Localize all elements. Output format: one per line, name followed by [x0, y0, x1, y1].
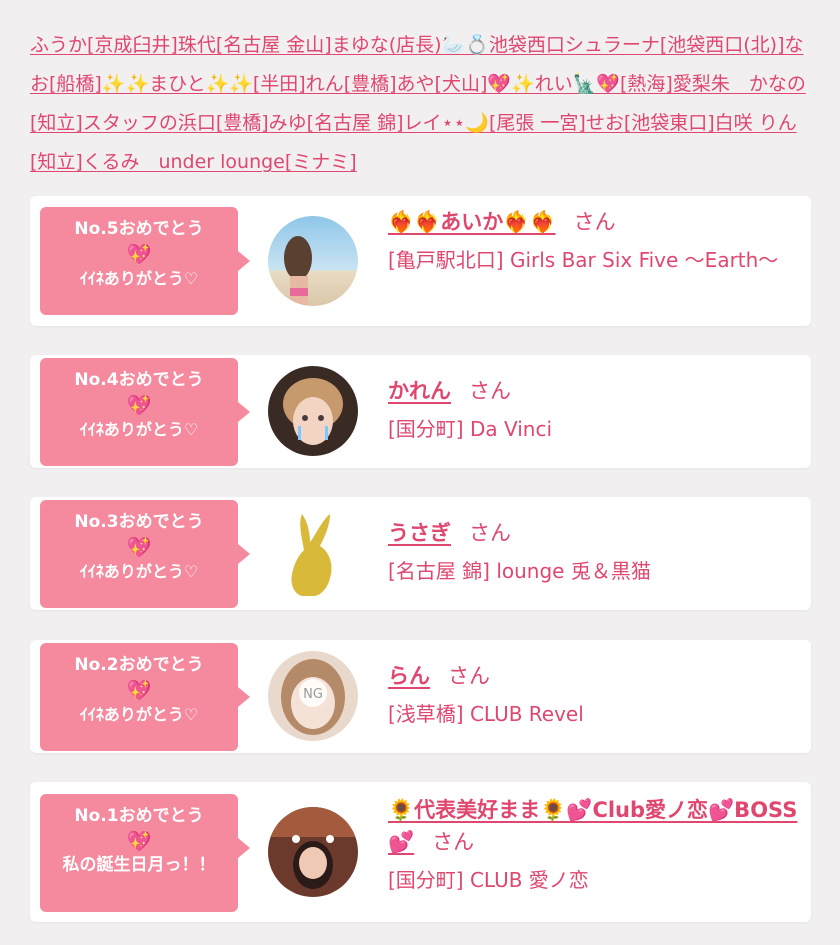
rank-bubble: No.1おめでとう 💖 私の誕生日月っ！！: [40, 794, 250, 912]
rank-message: ｲｲﾈありがとう♡: [79, 705, 199, 724]
avatar[interactable]: [268, 807, 358, 897]
rank-label: No.3おめでとう: [74, 512, 204, 532]
avatar[interactable]: [268, 366, 358, 456]
ranking-card-5: No.5おめでとう 💖 ｲｲﾈありがとう♡ ❤️‍🔥❤️‍🔥あいか❤️‍🔥❤️‍…: [30, 196, 811, 326]
name-link[interactable]: ✨✨まひと✨✨[半田]: [102, 73, 306, 95]
ranking-card-2: No.2おめでとう 💖 ｲｲﾈありがとう♡ NG らん さん [浅草橋] CLUB…: [30, 640, 811, 753]
sparkling-heart-icon: 💖: [126, 242, 152, 266]
photo-selfie-icon: [268, 366, 358, 456]
name-link[interactable]: レイ⋆⋆🌙[尾張 一宮]: [404, 112, 586, 134]
name-line: うさぎ さん: [388, 517, 808, 549]
ranking-card-1: No.1おめでとう 💖 私の誕生日月っ！！ 🌻代表美好まま🌻💕Club愛ノ恋💕B…: [30, 782, 811, 922]
svg-text:NG: NG: [303, 687, 323, 702]
ranking-card-4: No.4おめでとう 💖 ｲｲﾈありがとう♡ かれん さん [国分町] Da Vin…: [30, 355, 811, 468]
rank-label: No.5おめでとう: [74, 219, 204, 239]
photo-beach-icon: [268, 216, 358, 306]
rabbit-silhouette-icon: [291, 514, 332, 596]
sparkling-heart-icon: 💖: [126, 678, 152, 702]
name-link[interactable]: みゆ[名古屋 錦]: [269, 112, 404, 134]
name-link[interactable]: あや[犬山]: [397, 73, 488, 95]
rank-label: No.2おめでとう: [74, 655, 204, 675]
honorific: さん: [469, 521, 511, 545]
avatar[interactable]: [268, 508, 358, 598]
ranking-info: うさぎ さん [名古屋 錦] lounge 兎＆黒猫: [388, 517, 808, 587]
rank-message: 私の誕生日月っ！！: [62, 855, 216, 875]
rank-bubble: No.2おめでとう 💖 ｲｲﾈありがとう♡: [40, 643, 250, 751]
name-link[interactable]: 珠代[名古屋 金山]: [178, 34, 332, 56]
girl-name-link[interactable]: うさぎ: [388, 521, 451, 545]
avatar[interactable]: NG: [268, 651, 358, 741]
ranking-card-3: No.3おめでとう 💖 ｲｲﾈありがとう♡ うさぎ さん [名古屋 錦] loun…: [30, 497, 811, 610]
girl-name-link[interactable]: かれん: [388, 379, 451, 403]
sparkling-heart-icon: 💖: [126, 535, 152, 559]
photo-club-icon: [268, 807, 358, 897]
rank-label: No.1おめでとう: [74, 806, 204, 826]
ranking-info: 🌻代表美好まま🌻💕Club愛ノ恋💕BOSS💕 さん [国分町] CLUB 愛ノ恋: [388, 794, 808, 896]
girl-name-link[interactable]: らん: [388, 664, 430, 688]
sparkling-heart-icon: 💖: [126, 393, 152, 417]
name-link[interactable]: スタッフの浜口[豊橋]: [83, 112, 269, 134]
shop-label: [亀戸駅北口] Girls Bar Six Five 〜Earth〜: [388, 248, 779, 272]
name-link[interactable]: まゆな(店長)🦢💍池袋西口シュラーナ[池袋西口(北)]: [332, 34, 785, 56]
ranking-info: かれん さん [国分町] Da Vinci: [388, 375, 808, 445]
shop-label: [浅草橋] CLUB Revel: [388, 702, 584, 726]
name-link[interactable]: ふうか[京成臼井]: [30, 34, 178, 56]
honorific: さん: [432, 830, 475, 854]
name-link[interactable]: せお[池袋東口]: [586, 112, 715, 134]
sparkling-heart-icon: 💖: [126, 829, 152, 853]
rank-bubble: No.5おめでとう 💖 ｲｲﾈありがとう♡: [40, 207, 250, 315]
name-line: らん さん: [388, 660, 808, 692]
girl-name-link[interactable]: ❤️‍🔥❤️‍🔥あいか❤️‍🔥❤️‍🔥: [388, 210, 556, 234]
rank-message: ｲｲﾈありがとう♡: [79, 562, 199, 581]
ranking-info: ❤️‍🔥❤️‍🔥あいか❤️‍🔥❤️‍🔥 さん [亀戸駅北口] Girls Bar …: [388, 206, 808, 276]
name-line: かれん さん: [388, 375, 808, 407]
rank-message: ｲｲﾈありがとう♡: [79, 269, 199, 288]
page: ふうか[京成臼井]珠代[名古屋 金山]まゆな(店長)🦢💍池袋西口シュラーナ[池袋…: [0, 0, 840, 945]
shop-label: [名古屋 錦] lounge 兎＆黒猫: [388, 559, 651, 583]
rank-label: No.4おめでとう: [74, 370, 204, 390]
rank-bubble: No.4おめでとう 💖 ｲｲﾈありがとう♡: [40, 358, 250, 466]
name-line: 🌻代表美好まま🌻💕Club愛ノ恋💕BOSS💕 さん: [388, 794, 808, 858]
honorific: さん: [469, 379, 511, 403]
name-link[interactable]: くるみ under lounge[ミナミ]: [83, 151, 357, 173]
shop-label: [国分町] Da Vinci: [388, 417, 553, 441]
ranking-info: らん さん [浅草橋] CLUB Revel: [388, 660, 808, 730]
honorific: さん: [448, 664, 490, 688]
name-link[interactable]: れん[豊橋]: [306, 73, 397, 95]
shop-label: [国分町] CLUB 愛ノ恋: [388, 868, 589, 892]
avatar[interactable]: [268, 216, 358, 306]
name-link[interactable]: 💖✨れい🗽💖[熱海]: [487, 73, 672, 95]
rank-message: ｲｲﾈありがとう♡: [79, 420, 199, 439]
rank-bubble: No.3おめでとう 💖 ｲｲﾈありがとう♡: [40, 500, 250, 608]
honorific: さん: [573, 210, 616, 234]
photo-ng-icon: NG: [268, 651, 358, 741]
girl-name-list: ふうか[京成臼井]珠代[名古屋 金山]まゆな(店長)🦢💍池袋西口シュラーナ[池袋…: [30, 26, 820, 182]
name-line: ❤️‍🔥❤️‍🔥あいか❤️‍🔥❤️‍🔥 さん: [388, 206, 808, 238]
